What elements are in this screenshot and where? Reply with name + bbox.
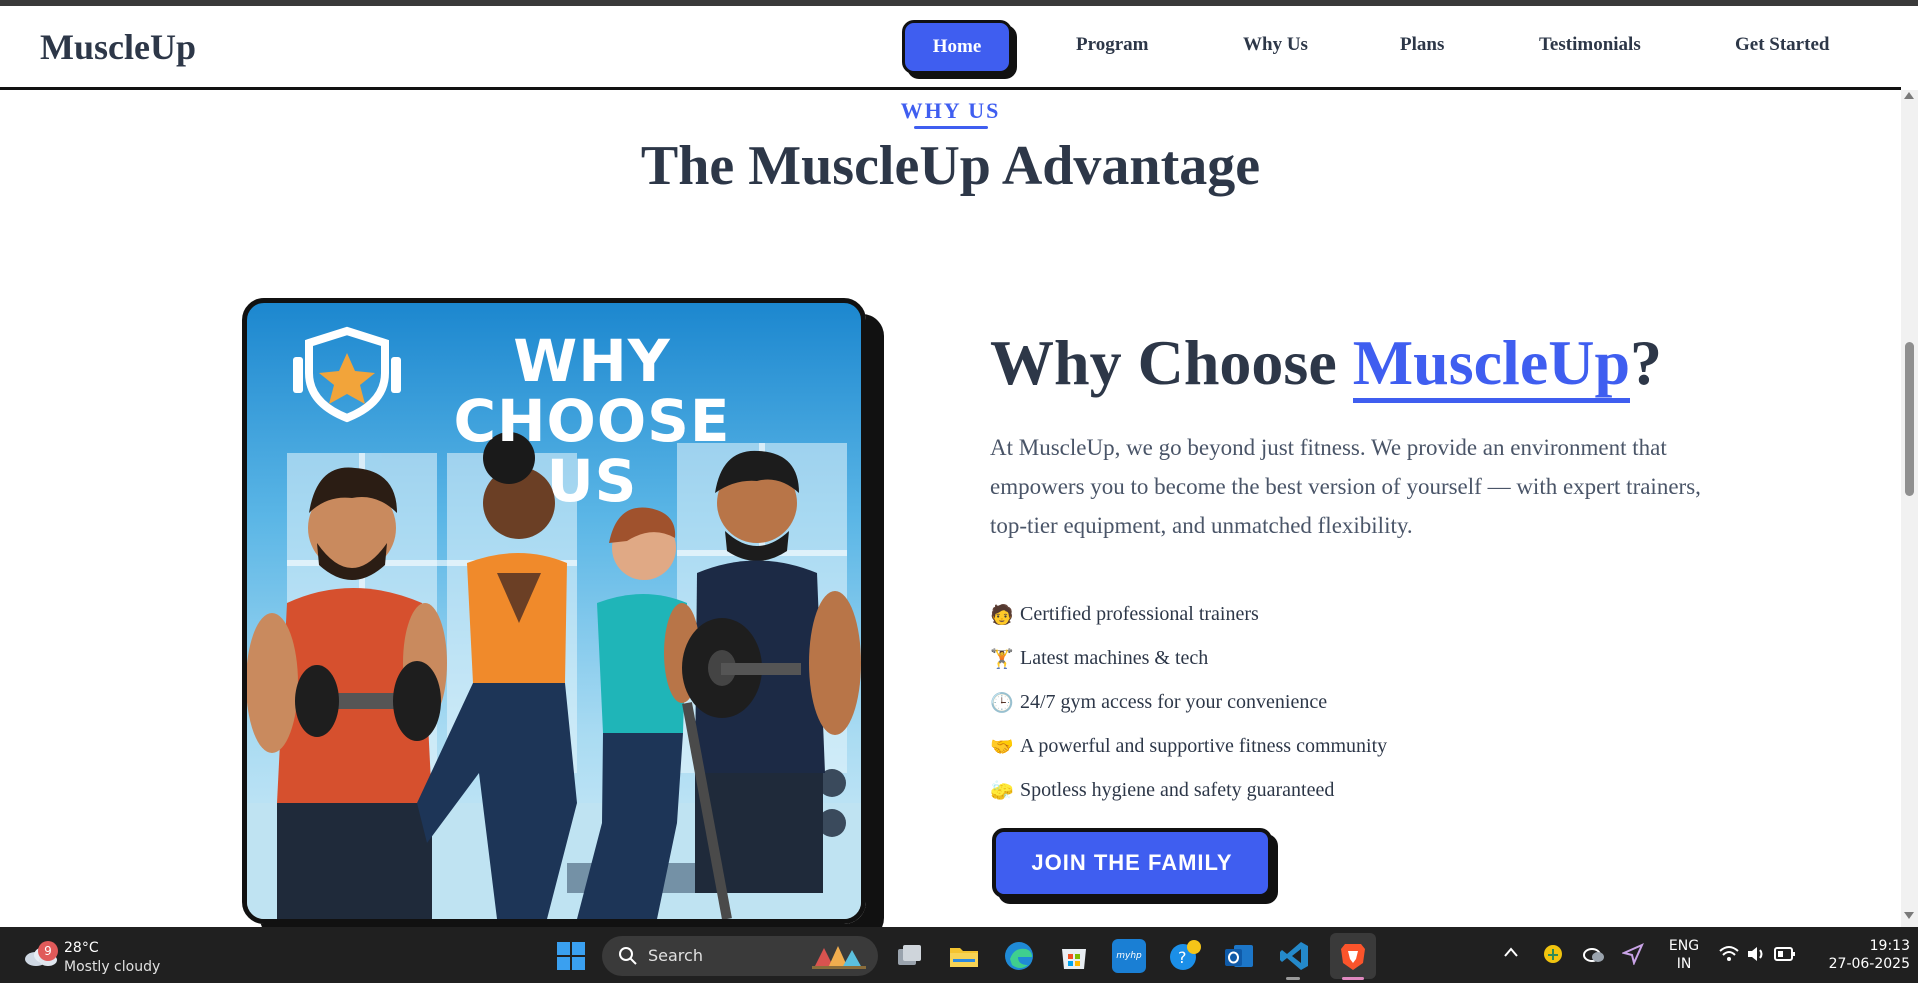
main-nav: Home Program Why Us Plans Testimonials G…: [0, 20, 1901, 76]
store-icon[interactable]: [1057, 939, 1091, 973]
why-choose-us-illustration: WHY CHOOSE US: [242, 298, 866, 924]
list-item: 🧑 Certified professional trainers: [990, 602, 1259, 626]
search-highlight-art-icon: [812, 946, 866, 969]
list-item: 🕒 24/7 gym access for your convenience: [990, 690, 1328, 714]
onedrive-cloud-icon[interactable]: [1582, 943, 1606, 965]
trainer-icon: 🧑: [990, 603, 1014, 626]
nav-plans[interactable]: Plans: [1400, 34, 1444, 56]
heading-accent-brand: MuscleUp: [1352, 327, 1631, 403]
vscode-running-indicator: [1286, 977, 1300, 980]
weather-temp: 28°C: [64, 940, 99, 956]
illustration-title: WHY CHOOSE US: [453, 327, 731, 515]
weather-badge: 9: [38, 941, 58, 961]
section-tag-underline: [914, 126, 988, 129]
language-indicator[interactable]: ENG IN: [1666, 937, 1702, 973]
weather-condition: Mostly cloudy: [64, 959, 161, 975]
task-view-icon[interactable]: [892, 939, 926, 973]
sponge-icon: 🧽: [990, 779, 1014, 802]
windows-start-icon[interactable]: [556, 941, 586, 971]
weather-widget[interactable]: 9 28°C Mostly cloudy: [22, 935, 172, 977]
nav-testimonials[interactable]: Testimonials: [1539, 34, 1641, 56]
nav-home[interactable]: Home: [902, 20, 1012, 74]
weightlifter-icon: 🏋: [990, 647, 1014, 670]
wifi-icon[interactable]: [1718, 944, 1740, 964]
brave-active-indicator: [1342, 977, 1364, 980]
scrollbar-thumb[interactable]: [1905, 342, 1914, 496]
windows-taskbar: 9 28°C Mostly cloudy Search myhp ? ENG I…: [0, 927, 1918, 983]
why-description: At MuscleUp, we go beyond just fitness. …: [990, 435, 1701, 538]
site-header: MuscleUp Home Program Why Us Plans Testi…: [0, 6, 1901, 90]
location-arrow-icon[interactable]: [1622, 943, 1644, 965]
file-explorer-icon[interactable]: [947, 939, 981, 973]
join-family-button[interactable]: JOIN THE FAMILY: [992, 828, 1272, 898]
section-tag: WHY US: [900, 98, 1001, 123]
nav-get-started[interactable]: Get Started: [1735, 34, 1829, 56]
clock-icon: 🕒: [990, 691, 1014, 714]
taskbar-search[interactable]: Search: [602, 936, 878, 976]
search-icon: [619, 947, 637, 965]
svg-text:?: ?: [1178, 948, 1187, 967]
handshake-icon: 🤝: [990, 735, 1014, 758]
myhp-icon[interactable]: myhp: [1112, 939, 1146, 973]
scroll-up-arrow-icon[interactable]: [1904, 92, 1914, 99]
list-item: 🏋 Latest machines & tech: [990, 646, 1209, 670]
why-choose-heading: Why Choose MuscleUp?: [990, 326, 1662, 403]
page-scrollbar[interactable]: [1901, 90, 1918, 927]
speaker-icon[interactable]: [1746, 944, 1768, 964]
outlook-icon[interactable]: [1222, 939, 1256, 973]
list-item: 🤝 A powerful and supportive fitness comm…: [990, 734, 1388, 758]
feature-list: 🧑 Certified professional trainers 🏋 Late…: [990, 592, 1387, 812]
vscode-icon[interactable]: [1277, 939, 1311, 973]
scroll-down-arrow-icon[interactable]: [1904, 912, 1914, 919]
edge-browser-icon[interactable]: [1002, 939, 1036, 973]
clock[interactable]: 19:13 27-06-2025: [1810, 937, 1910, 973]
chevron-up-icon[interactable]: [1504, 947, 1518, 957]
battery-icon[interactable]: [1774, 946, 1796, 962]
brave-browser-icon[interactable]: [1336, 939, 1370, 973]
search-label: Search: [648, 946, 703, 965]
section-title: The MuscleUp Advantage: [640, 135, 1261, 197]
list-item: 🧽 Spotless hygiene and safety guaranteed: [990, 778, 1335, 802]
help-icon[interactable]: ?: [1167, 939, 1201, 973]
security-shield-icon[interactable]: [1542, 943, 1564, 965]
nav-program[interactable]: Program: [1076, 34, 1148, 56]
nav-why-us[interactable]: Why Us: [1243, 34, 1308, 56]
